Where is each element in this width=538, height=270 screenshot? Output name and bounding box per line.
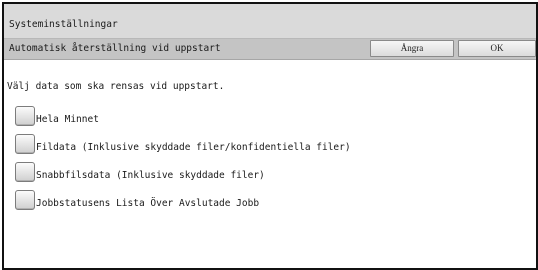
window-title: Systeminställningar bbox=[9, 19, 118, 30]
checkbox[interactable] bbox=[15, 190, 35, 210]
cancel-button[interactable]: Ångra bbox=[370, 40, 454, 57]
section-title: Automatisk återställning vid uppstart bbox=[9, 43, 221, 54]
checkbox[interactable] bbox=[15, 162, 35, 182]
ok-button[interactable]: OK bbox=[458, 40, 536, 57]
section-header: Automatisk återställning vid uppstart Ån… bbox=[4, 39, 536, 60]
settings-window: Systeminställningar Automatisk återställ… bbox=[2, 2, 538, 270]
option-label: Fildata (Inklusive skyddade filer/konfid… bbox=[36, 142, 351, 153]
instruction-text: Välj data som ska rensas vid uppstart. bbox=[7, 81, 225, 92]
option-label: Snabbfilsdata (Inklusive skyddade filer) bbox=[36, 170, 265, 181]
option-label: Hela Minnet bbox=[36, 114, 99, 125]
checkbox[interactable] bbox=[15, 134, 35, 154]
checkbox[interactable] bbox=[15, 106, 35, 126]
title-bar: Systeminställningar bbox=[4, 4, 536, 39]
option-label: Jobbstatusens Lista Över Avslutade Jobb bbox=[36, 198, 260, 209]
